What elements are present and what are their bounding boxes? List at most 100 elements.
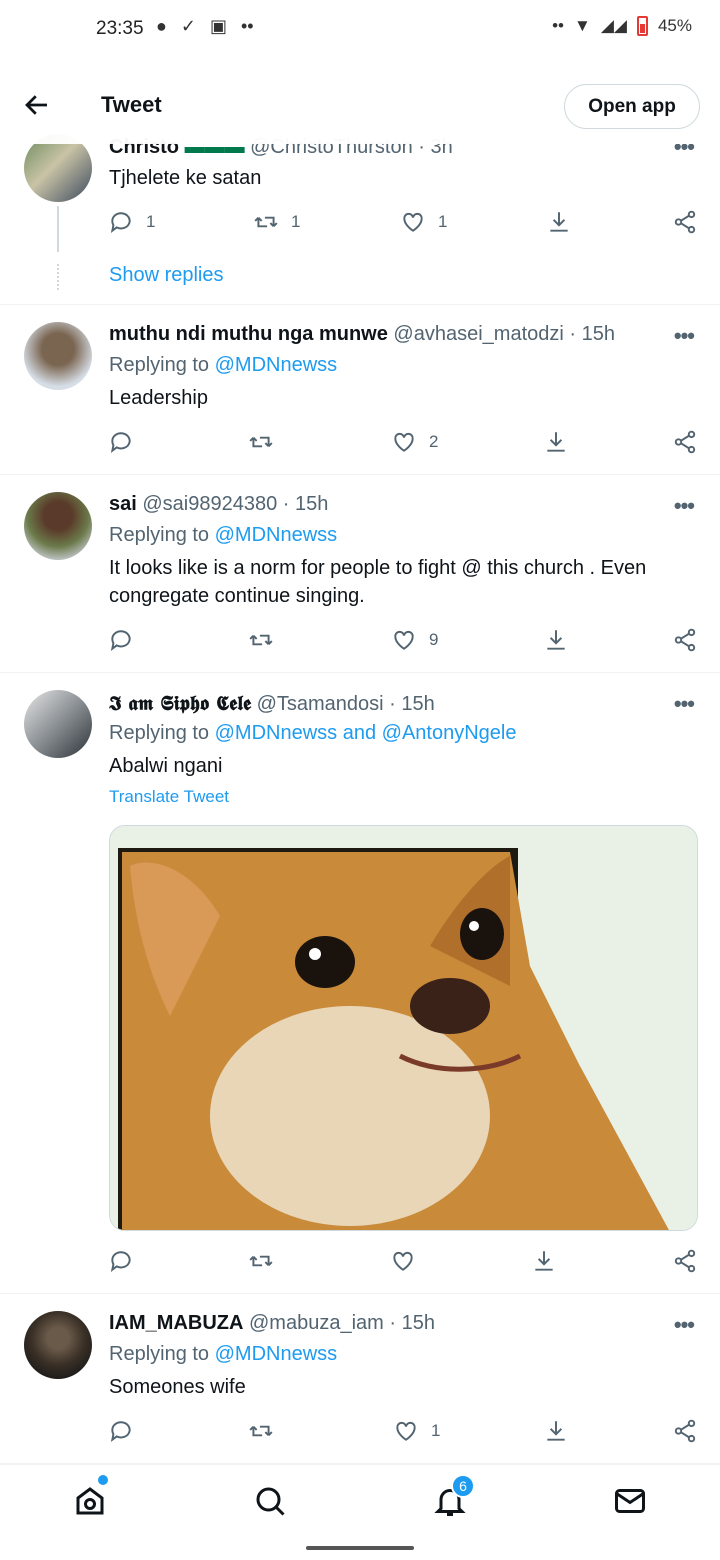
reply-icon	[110, 1251, 131, 1272]
avatar[interactable]	[24, 690, 92, 758]
author-name[interactable]: muthu ndi muthu nga munwe	[109, 323, 388, 345]
retweet-button[interactable]: 1	[253, 209, 300, 235]
top-app-bar: Tweet Open app	[0, 66, 720, 144]
tweet-item[interactable]: muthu ndi muthu nga munwe @avhasei_matod…	[0, 305, 720, 475]
share-button[interactable]	[672, 1248, 698, 1274]
like-button[interactable]: 1	[400, 209, 447, 235]
more-options-icon[interactable]: •••	[674, 691, 695, 717]
replying-to-link[interactable]: @MDNnewss and @AntonyNgele	[215, 722, 517, 744]
tweet-header: IAM_MABUZA @mabuza_iam · 15h	[109, 1312, 650, 1335]
share-icon	[674, 430, 696, 454]
tweet-item[interactable]: sai @sai98924380 · 15h ••• Replying to @…	[0, 475, 720, 673]
reply-icon	[110, 630, 131, 651]
author-handle: @sai98924380 · 15h	[142, 493, 329, 515]
wifi-icon: ▼	[573, 16, 591, 35]
tweet-actions: 1 1 1	[108, 209, 700, 239]
download-button[interactable]	[543, 627, 569, 653]
download-icon	[547, 1421, 565, 1441]
reply-button[interactable]: 1	[108, 209, 155, 235]
share-button[interactable]	[672, 1418, 698, 1444]
more-options-icon[interactable]: •••	[674, 493, 695, 519]
tweet-header: 𝕴 𝖆𝖒 𝕾𝖎𝖕𝖍𝖔 𝕮𝖊𝖑𝖊 @Tsamandosi · 15h	[109, 691, 650, 716]
author-name[interactable]: 𝕴 𝖆𝖒 𝕾𝖎𝖕𝖍𝖔 𝕮𝖊𝖑𝖊	[109, 691, 251, 715]
like-button[interactable]	[390, 1248, 428, 1274]
like-count: 9	[429, 630, 439, 649]
download-button[interactable]	[543, 429, 569, 455]
reply-button[interactable]	[108, 627, 146, 653]
tweet-text: Tjhelete ke satan	[109, 167, 262, 189]
signal-icon: ◢◢	[600, 16, 627, 35]
nav-home[interactable]	[72, 1483, 112, 1523]
translate-tweet-link[interactable]: Translate Tweet	[109, 787, 229, 807]
show-replies-link[interactable]: Show replies	[109, 264, 224, 287]
replying-to-link[interactable]: @MDNnewss	[215, 524, 338, 546]
author-handle: @mabuza_iam · 15h	[249, 1312, 435, 1334]
share-button[interactable]	[672, 209, 698, 235]
like-count: 2	[429, 432, 439, 451]
replying-prefix: Replying to	[109, 1343, 210, 1365]
retweet-button[interactable]	[248, 627, 286, 653]
tweet-item[interactable]: IAM_MABUZA @mabuza_iam · 15h ••• Replyin…	[0, 1294, 720, 1464]
like-button[interactable]: 2	[391, 429, 438, 455]
replying-to: Replying to @MDNnewss and @AntonyNgele	[109, 722, 516, 745]
battery-icon	[636, 16, 648, 36]
replying-to-link[interactable]: @MDNnewss	[215, 354, 338, 376]
share-button[interactable]	[672, 627, 698, 653]
replying-prefix: Replying to	[109, 524, 210, 546]
author-name[interactable]: IAM_MABUZA	[109, 1312, 243, 1334]
download-button[interactable]	[546, 209, 572, 235]
share-button[interactable]	[672, 429, 698, 455]
download-button[interactable]	[543, 1418, 569, 1444]
reply-button[interactable]	[108, 429, 146, 455]
like-count: 1	[438, 212, 448, 231]
reply-button[interactable]	[108, 1418, 146, 1444]
reply-icon	[110, 1421, 131, 1442]
tweet-text: Someones wife	[109, 1376, 246, 1398]
retweet-count: 1	[291, 212, 301, 231]
more-options-icon[interactable]: •••	[674, 323, 695, 349]
retweet-button[interactable]	[248, 1248, 286, 1274]
avatar[interactable]	[24, 1311, 92, 1379]
share-icon	[674, 628, 696, 652]
tweet-item[interactable]: Christo ▬▬▬ @ChristoThurston · 3h ••• Tj…	[0, 124, 720, 305]
author-name[interactable]: sai	[109, 493, 137, 515]
heart-icon	[394, 432, 414, 452]
notification-icon: ●	[156, 16, 167, 36]
open-app-button[interactable]: Open app	[564, 84, 700, 129]
avatar[interactable]	[24, 134, 92, 202]
heart-icon	[393, 1251, 413, 1271]
more-options-icon[interactable]: •••	[674, 1312, 695, 1338]
share-icon	[674, 210, 696, 234]
gesture-home-bar[interactable]	[306, 1546, 414, 1550]
thread-line	[57, 206, 59, 252]
retweet-button[interactable]	[248, 1418, 286, 1444]
avatar[interactable]	[24, 322, 92, 390]
reply-button[interactable]	[108, 1248, 146, 1274]
tweet-text: It looks like is a norm for people to fi…	[109, 557, 647, 607]
nav-messages[interactable]	[612, 1483, 652, 1523]
like-button[interactable]: 9	[391, 627, 438, 653]
tweet-media-image[interactable]	[109, 825, 698, 1231]
download-button[interactable]	[531, 1248, 557, 1274]
author-handle: @avhasei_matodzi · 15h	[393, 323, 615, 345]
share-icon	[674, 1419, 696, 1443]
app-icon: ▣	[209, 16, 227, 36]
dog-photo	[110, 826, 697, 1230]
retweet-button[interactable]	[248, 429, 286, 455]
replying-prefix: Replying to	[109, 354, 210, 376]
mail-icon	[615, 1489, 645, 1513]
tweet-actions: 1	[108, 1418, 700, 1448]
heart-icon	[396, 1421, 416, 1441]
notification-icons: ● ✓ ▣ ••	[156, 16, 254, 37]
dots-icon: ••	[552, 16, 564, 35]
retweet-icon	[249, 1425, 273, 1437]
status-time: 23:35	[96, 18, 144, 39]
back-arrow-icon[interactable]	[22, 90, 52, 120]
notifications-badge: 6	[451, 1474, 475, 1498]
nav-search[interactable]	[252, 1483, 292, 1523]
download-icon	[535, 1251, 553, 1271]
avatar[interactable]	[24, 492, 92, 560]
replying-to-link[interactable]: @MDNnewss	[215, 1343, 338, 1365]
like-button[interactable]: 1	[393, 1418, 440, 1444]
reply-icon	[110, 212, 131, 233]
